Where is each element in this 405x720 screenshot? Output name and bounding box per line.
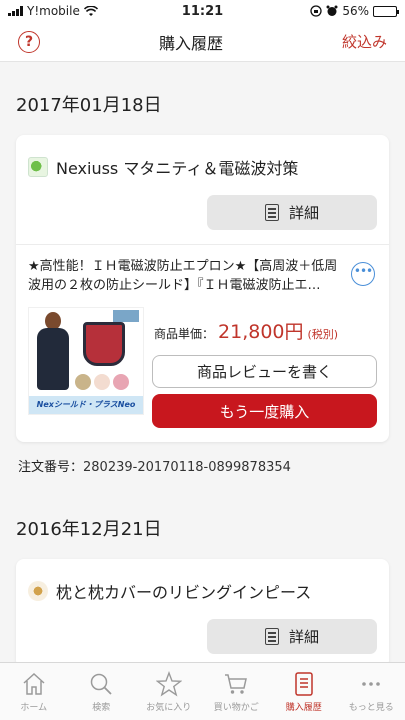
shop-row[interactable]: 枕と枕カバーのリビングインピース [16, 559, 389, 603]
price-value: 21,800円 [218, 321, 304, 343]
signal-icon [8, 6, 23, 16]
order-number-value: 280239-20170118-0899878354 [83, 460, 291, 475]
home-icon [23, 672, 45, 695]
search-icon [91, 673, 112, 695]
filter-button[interactable]: 絞込み [342, 31, 387, 52]
shop-logo [28, 157, 48, 177]
order-date-heading: 2016年12月21日 [16, 519, 162, 540]
detail-button[interactable]: 詳細 [207, 619, 377, 654]
price-row: 商品単価： 21,800円 (税別) [152, 317, 377, 344]
tab-search[interactable]: 検索 [68, 663, 136, 720]
thumbnail-caption: Nexシールド・プラスNeo [29, 396, 143, 414]
tab-label: 購入履歴 [285, 703, 322, 713]
more-icon [362, 682, 381, 686]
carrier-label: Y!mobile [27, 4, 80, 18]
write-review-button[interactable]: 商品レビューを書く [152, 355, 377, 388]
apron-image [83, 322, 125, 366]
cart-icon [225, 674, 248, 694]
order-date-heading: 2017年01月18日 [16, 95, 162, 116]
battery-percent: 56% [342, 4, 369, 18]
tab-label: もっと見る [348, 703, 394, 713]
shop-row[interactable]: Nexiuss マタニティ＆電磁波対策 [16, 135, 389, 179]
tab-history[interactable]: 購入履歴 [270, 663, 338, 720]
model-image [33, 312, 73, 392]
order-card: Nexiuss マタニティ＆電磁波対策 詳細 ★高性能！ＩＨ電磁波防止エプロン★… [16, 135, 389, 442]
tax-note: (税別) [307, 328, 339, 341]
tab-more[interactable]: もっと見る [338, 663, 405, 720]
page-title: 購入履歴 [158, 33, 223, 53]
more-options-icon[interactable]: ••• [351, 262, 375, 286]
price-label: 商品単価： [154, 327, 215, 341]
tab-label: 買い物かご [213, 703, 259, 713]
help-icon[interactable]: ? [18, 30, 40, 53]
detail-button[interactable]: 詳細 [207, 195, 377, 230]
building-image [113, 310, 139, 322]
order-history-list[interactable]: 2017年01月18日 Nexiuss マタニティ＆電磁波対策 詳細 ★高性能！… [0, 63, 405, 662]
item-title[interactable]: ★高性能！ＩＨ電磁波防止エプロン★【高周波＋低周波用の２枚の防止シールド】『ＩＨ… [28, 257, 377, 295]
buy-again-button[interactable]: もう一度購入 [152, 394, 377, 428]
detail-button-label: 詳細 [288, 628, 319, 646]
document-icon [264, 204, 279, 221]
order-item: ★高性能！ＩＨ電磁波防止エプロン★【高周波＋低周波用の２枚の防止シールド】『ＩＨ… [16, 244, 389, 442]
shop-logo [28, 581, 48, 601]
star-icon [155, 671, 182, 697]
order-number-label: 注文番号： [18, 460, 84, 475]
app-header: ? 購入履歴 絞込み [0, 22, 405, 62]
tab-label: お気に入り [146, 703, 192, 713]
tab-home[interactable]: ホーム [0, 663, 68, 720]
tab-favorites[interactable]: お気に入り [135, 663, 203, 720]
alarm-icon [326, 5, 338, 16]
tab-label: ホーム [20, 703, 48, 713]
order-card: 枕と枕カバーのリビングインピース 詳細 [16, 559, 389, 662]
battery-icon [373, 5, 399, 17]
order-number: 注文番号：280239-20170118-0899878354 [0, 442, 405, 475]
tab-cart[interactable]: 買い物かご [203, 663, 271, 720]
history-icon [295, 672, 313, 696]
wifi-icon [83, 5, 98, 16]
document-icon [264, 628, 279, 645]
tab-label: 検索 [92, 703, 111, 713]
color-swatches [75, 374, 129, 390]
product-thumbnail[interactable]: Nexシールド・プラスNeo [28, 307, 144, 415]
detail-button-label: 詳細 [288, 204, 319, 222]
shop-name[interactable]: Nexiuss マタニティ＆電磁波対策 [56, 155, 298, 179]
tab-bar: ホーム 検索 お気に入り 買い物かご 購入履歴 もっと見る [0, 662, 405, 720]
status-bar: Y!mobile 11:21 56% [0, 0, 405, 22]
rotation-lock-icon [310, 5, 322, 17]
shop-name[interactable]: 枕と枕カバーのリビングインピース [56, 579, 311, 603]
